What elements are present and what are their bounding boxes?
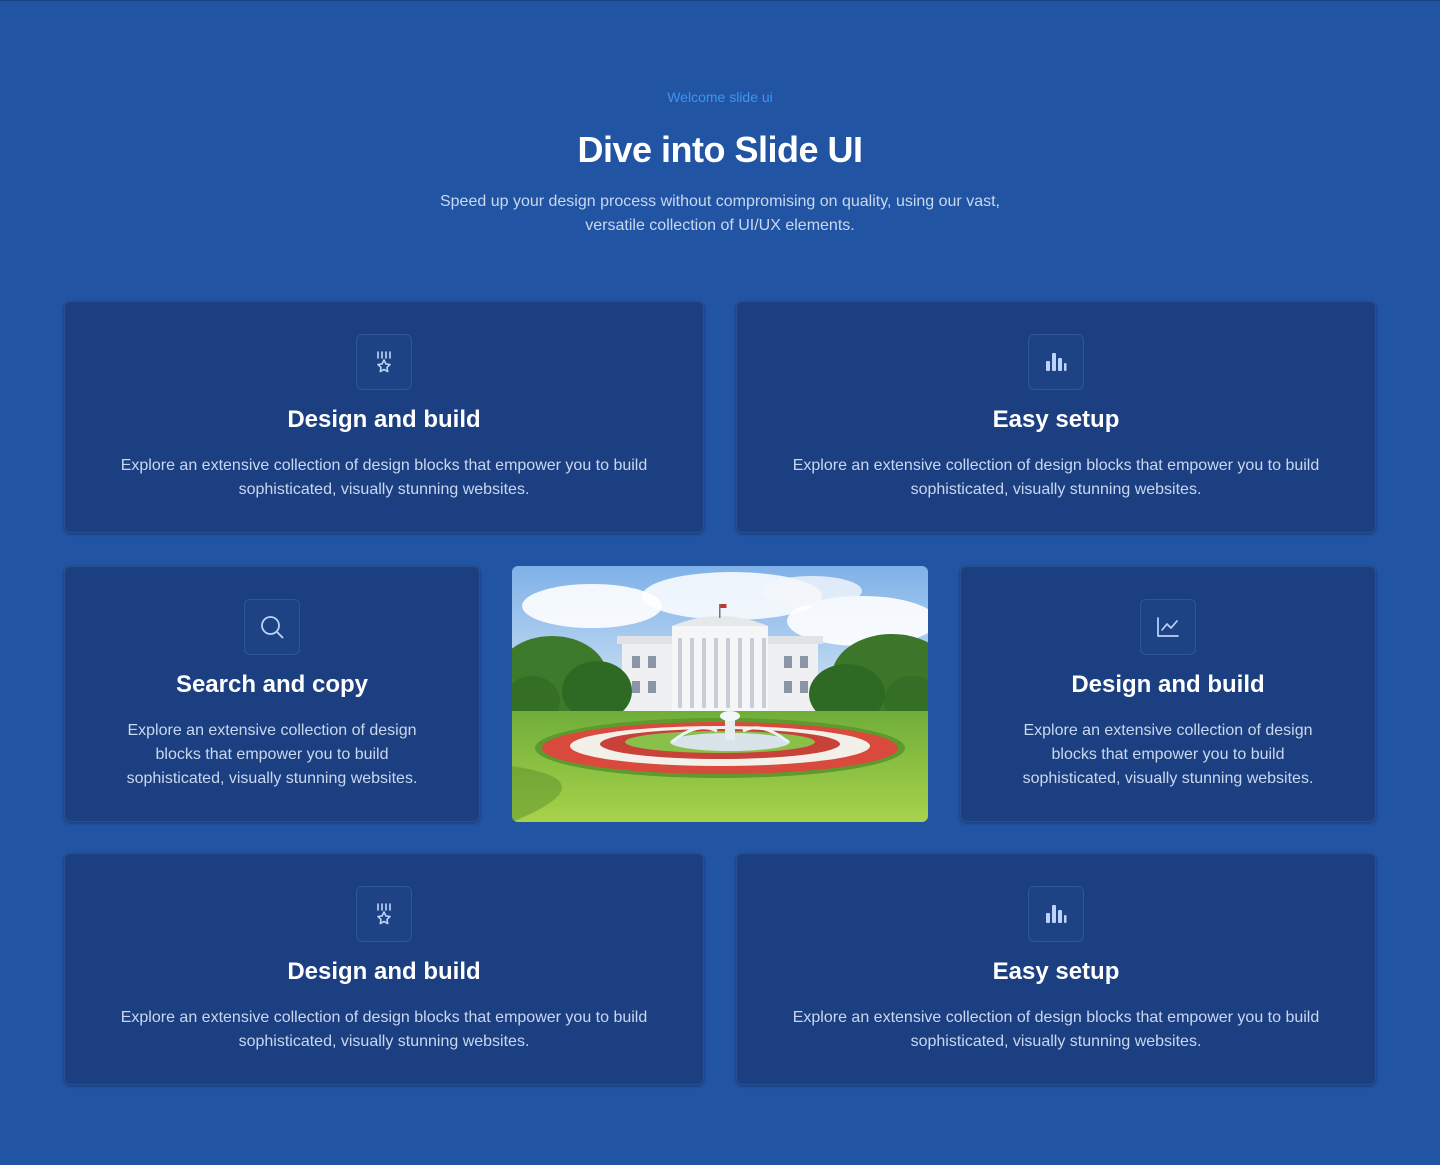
- feature-card-description: Explore an extensive collection of desig…: [792, 1009, 1320, 1050]
- feature-card-design-build: Design and build Explore an extensive co…: [64, 301, 704, 533]
- white-house-garden-photo: [512, 566, 928, 822]
- medal-star-icon: [356, 886, 412, 942]
- feature-card-design-build-2: Design and build Explore an extensive co…: [960, 566, 1376, 822]
- features-section: Welcome slide ui Dive into Slide UI Spee…: [0, 0, 1440, 1165]
- feature-card-description: Explore an extensive collection of desig…: [120, 457, 648, 498]
- section-eyebrow: Welcome slide ui: [667, 89, 773, 105]
- bar-chart-icon: [1028, 886, 1084, 942]
- feature-card-title: Design and build: [287, 958, 481, 985]
- feature-card-title: Easy setup: [992, 406, 1120, 433]
- feature-card-design-build-3: Design and build Explore an extensive co…: [64, 853, 704, 1085]
- page-title: Dive into Slide UI: [577, 129, 863, 170]
- line-chart-icon: [1140, 599, 1196, 655]
- feature-card-search-copy: Search and copy Explore an extensive col…: [64, 566, 480, 822]
- feature-card-description: Explore an extensive collection of desig…: [126, 722, 418, 787]
- feature-card-easy-setup: Easy setup Explore an extensive collecti…: [736, 301, 1376, 533]
- feature-card-title: Design and build: [287, 406, 481, 433]
- medal-star-icon: [356, 334, 412, 390]
- feature-card-title: Design and build: [1071, 671, 1265, 698]
- search-icon: [244, 599, 300, 655]
- page-subtitle: Speed up your design process without com…: [439, 193, 1000, 234]
- feature-card-title: Search and copy: [175, 671, 369, 698]
- bar-chart-icon: [1028, 334, 1084, 390]
- feature-card-description: Explore an extensive collection of desig…: [1022, 722, 1314, 787]
- feature-card-easy-setup-2: Easy setup Explore an extensive collecti…: [736, 853, 1376, 1085]
- feature-card-description: Explore an extensive collection of desig…: [792, 457, 1320, 498]
- feature-card-title: Easy setup: [992, 958, 1120, 985]
- feature-card-description: Explore an extensive collection of desig…: [120, 1009, 648, 1050]
